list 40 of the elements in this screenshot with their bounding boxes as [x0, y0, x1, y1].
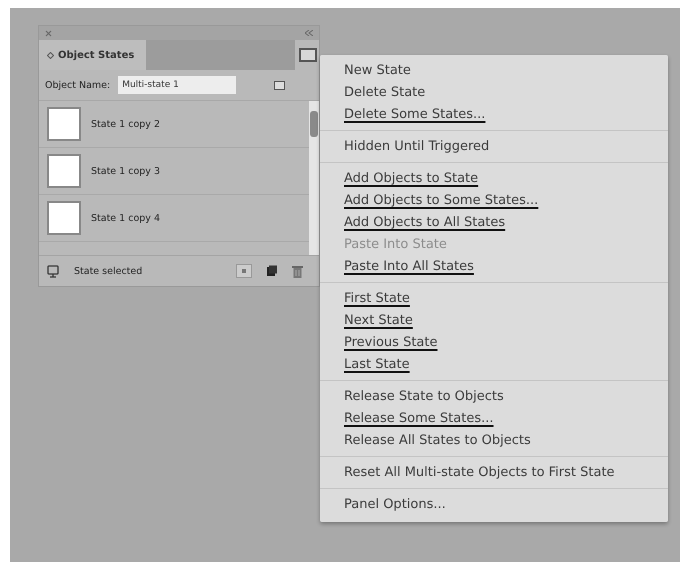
trash-icon[interactable]: [292, 264, 303, 278]
diamond-icon: [47, 52, 54, 58]
menu-item[interactable]: Release State to Objects: [320, 386, 528, 408]
menu-item[interactable]: Add Objects to State: [320, 168, 502, 190]
state-row[interactable]: State 1 copy 3: [39, 148, 309, 195]
menu-item[interactable]: Release All States to Objects: [320, 430, 555, 452]
menu-item[interactable]: Hidden Until Triggered: [320, 136, 514, 158]
state-thumbnail: [47, 107, 81, 141]
close-icon: [45, 30, 52, 36]
panel-tab[interactable]: Object States: [39, 40, 146, 70]
menu-item[interactable]: Previous State: [320, 332, 462, 354]
preview-icon[interactable]: [47, 264, 60, 278]
state-thumbnail: [47, 154, 81, 188]
state-name: State 1 copy 4: [91, 212, 160, 224]
menu-item[interactable]: New State: [320, 60, 435, 82]
square-icon: [240, 267, 248, 275]
state-thumbnail: [47, 201, 81, 235]
panel-menu-button[interactable]: [299, 48, 317, 62]
state-name: State 1 copy 2: [91, 118, 160, 130]
new-state-icon[interactable]: [266, 265, 278, 277]
menu-item[interactable]: Add Objects to All States: [320, 212, 530, 234]
menu-item[interactable]: Delete Some States...: [320, 104, 510, 126]
scrollbar[interactable]: [309, 101, 319, 255]
menu-item[interactable]: Next State: [320, 310, 437, 332]
frame-icon[interactable]: [274, 80, 286, 90]
state-name: State 1 copy 3: [91, 166, 160, 176]
menu-item[interactable]: Reset All Multi-state Objects to First State: [320, 462, 639, 484]
object-name-label: Object Name:: [45, 80, 110, 90]
menu-item[interactable]: Add Objects to Some States...: [320, 190, 562, 212]
menu-item[interactable]: First State: [320, 288, 434, 310]
convert-button[interactable]: [236, 264, 252, 278]
state-row[interactable]: State 1 copy 2: [39, 101, 309, 148]
state-row[interactable]: State 1 copy 4: [39, 195, 309, 242]
object-name-field[interactable]: Multi-state 1: [118, 76, 236, 94]
status-text: State selected: [74, 266, 142, 276]
menu-item[interactable]: Release Some States...: [320, 408, 518, 430]
menu-item[interactable]: Panel Options...: [320, 494, 470, 516]
menu-item[interactable]: Delete State: [320, 82, 450, 104]
menu-item[interactable]: Last State: [320, 354, 434, 376]
menu-item[interactable]: Paste Into All States: [320, 256, 498, 278]
